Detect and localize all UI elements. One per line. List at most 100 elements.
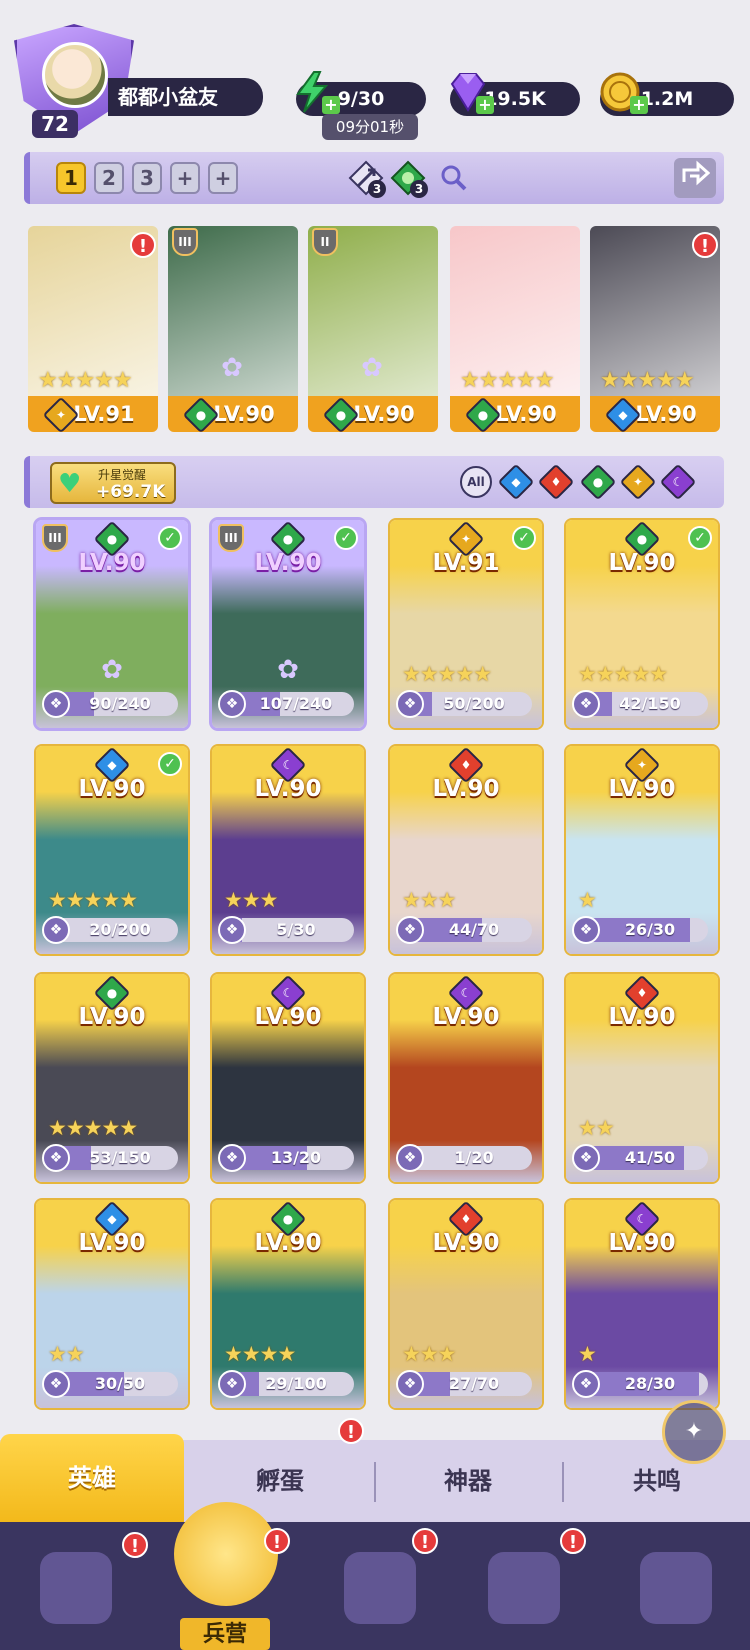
hatch-alert-icon: ! [338,1418,364,1444]
star-rating: ★ [578,1342,597,1366]
filter-fire-icon[interactable]: ♦ [537,463,575,501]
nav-alert-icon: ! [122,1532,148,1558]
shard-icon: ❖ [396,1370,424,1398]
star-rating: ★★★★ [224,1342,296,1366]
hero-level: LV.90 [608,1230,676,1256]
tab-artifacts[interactable]: 神器 [376,1440,560,1522]
shard-icon: ❖ [396,1144,424,1172]
awaken-value: +69.7K [96,482,166,502]
hero-card[interactable]: ◆ ✓ LV.90 ★★★★★ 20/200 ❖ [36,746,188,954]
check-icon: ✓ [512,526,536,550]
awaken-button[interactable]: ♥ 升星觉醒 +69.7K [50,462,176,504]
star-rating: ★★★★★ [48,1116,138,1140]
hero-card[interactable]: ◆ LV.90 ★★ 30/50 ❖ [36,1200,188,1408]
check-icon: ✓ [688,526,712,550]
team-slot-1[interactable]: 1 [56,162,86,194]
nav-mushroom[interactable] [600,1522,750,1650]
hero-level: LV.90 [254,1230,322,1256]
star-rating: ★★★★★ [402,662,492,686]
shard-icon: ❖ [42,1144,70,1172]
team-hero-card[interactable]: II ✿ LV.90 ● [308,226,438,432]
filter-nature-icon[interactable]: ● [579,463,617,501]
awaken-flower-icon: ✿ [221,353,243,383]
hero-level: LV.90 [432,1004,500,1030]
player-level: 72 [32,110,78,138]
star-rating: ★★ [578,1116,615,1140]
top-header: 72 都都小盆友 9/30 + 09分01秒 19.5K + 1.2M + [0,0,750,140]
check-icon: ✓ [158,526,182,550]
hero-level: LV.90 [608,776,676,802]
hero-level: LV.90 [608,550,676,576]
team-slot-add-2[interactable]: + [208,162,238,194]
team-hero-card[interactable]: ! ★★★★★ LV.90 ◆ [590,226,720,432]
hero-card[interactable]: ● ✓ LV.90 ★★★★★ 42/150 ❖ [566,520,718,728]
team-hero-card[interactable]: ! ★★★★★ LV.91 ✦ [28,226,158,432]
star-rating: ★★★★★ [38,368,133,393]
tab-resonance[interactable]: 共鸣 [564,1440,750,1522]
team-alert-icon: ! [692,232,718,258]
star-rating: ★★★★★ [600,368,695,393]
energy-plus-icon[interactable]: + [322,96,340,114]
nav-alert-icon: ! [560,1528,586,1554]
hero-level: LV.90 [78,550,146,576]
avatar-portrait [42,42,108,108]
search-icon[interactable] [436,160,472,196]
tab-heroes[interactable]: 英雄 [0,1434,184,1522]
sparkle-float-button[interactable]: ✦ [662,1400,726,1464]
awaken-flower-icon: ✿ [361,353,383,383]
team-hero-card[interactable]: III ✿ LV.90 ● [168,226,298,432]
rank-badge-icon: III [42,524,68,552]
awaken-label: 升星觉醒 [98,468,147,482]
hero-level: LV.90 [78,1230,146,1256]
hero-card[interactable]: ● III ✓ LV.90 ✿ 107/240 ❖ [212,520,364,728]
rank-badge-icon: III [172,228,198,256]
check-icon: ✓ [158,752,182,776]
filter-light-icon[interactable]: ✦ [619,463,657,501]
team-alert-icon: ! [130,232,156,258]
check-icon: ✓ [334,526,358,550]
hero-level: LV.90 [254,776,322,802]
awaken-flower-icon: ✿ [277,655,299,685]
hero-level: LV.90 [608,1004,676,1030]
light-element-icon: ✦ [619,463,657,501]
gold-plus-icon[interactable]: + [630,96,648,114]
hero-card[interactable]: ● LV.90 ★★★★★ 53/150 ❖ [36,974,188,1182]
nav-alert-icon: ! [412,1528,438,1554]
shard-icon: ❖ [42,916,70,944]
hero-card[interactable]: ● LV.90 ★★★★ 29/100 ❖ [212,1200,364,1408]
nav-cards[interactable]: ! [0,1522,150,1650]
hero-card[interactable]: ♦ LV.90 ★★ 41/50 ❖ [566,974,718,1182]
nav-shrine[interactable]: ! [450,1522,600,1650]
hero-card[interactable]: ✦ LV.90 ★ 26/30 ❖ [566,746,718,954]
filter-dark-icon[interactable]: ☾ [659,463,697,501]
hero-card[interactable]: ● III ✓ LV.90 ✿ 90/240 ❖ [36,520,188,728]
nav-barracks[interactable]: 兵营 ! [150,1502,300,1650]
hero-card[interactable]: ☾ LV.90 ★★★ 5/30 ❖ [212,746,364,954]
team-slot-3[interactable]: 3 [132,162,162,194]
hero-card[interactable]: ♦ LV.90 ★★★ 27/70 ❖ [390,1200,542,1408]
share-icon[interactable] [674,158,716,198]
team-slot-add-1[interactable]: + [170,162,200,194]
star-rating: ★★ [48,1342,85,1366]
shard-icon: ❖ [572,916,600,944]
team-hero-card[interactable]: ★★★★★ LV.90 ● [450,226,580,432]
hero-card[interactable]: ✦ ✓ LV.91 ★★★★★ 50/200 ❖ [390,520,542,728]
nav-book[interactable]: ! [300,1522,450,1650]
gem-plus-icon[interactable]: + [476,96,494,114]
shard-icon: ❖ [42,1370,70,1398]
nav-barracks-label: 兵营 [202,1622,247,1647]
team-bar: 1 2 3 + + 3 3 [24,152,724,204]
hero-level: LV.91 [432,550,500,576]
filter-all-button[interactable]: All [460,466,492,498]
bottom-nav: ! 兵营 ! ! ! [0,1502,750,1650]
hero-card[interactable]: ♦ LV.90 ★★★ 44/70 ❖ [390,746,542,954]
hero-level: LV.90 [254,1004,322,1030]
archer-count: 3 [368,180,386,198]
hero-card[interactable]: ☾ LV.90 ★ 28/30 ❖ [566,1200,718,1408]
hero-card[interactable]: ☾ LV.90 13/20 ❖ [212,974,364,1182]
team-slot-2[interactable]: 2 [94,162,124,194]
shard-icon: ❖ [218,690,246,718]
hero-card[interactable]: ☾ LV.90 1/20 ❖ [390,974,542,1182]
filter-water-icon[interactable]: ◆ [497,463,535,501]
nature-element-icon: ● [579,463,617,501]
